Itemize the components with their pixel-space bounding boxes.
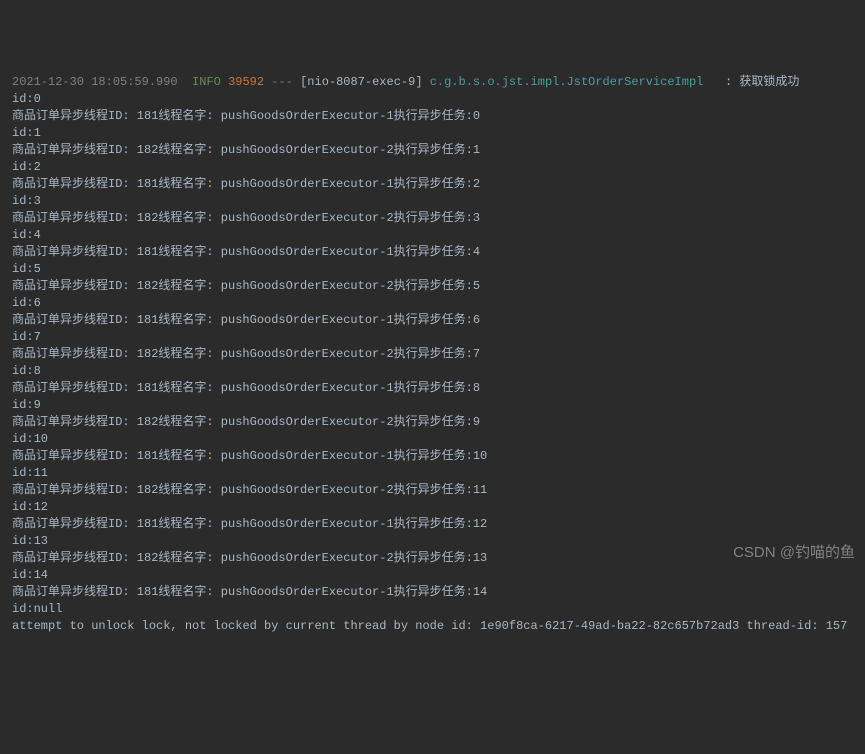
log-line: id:2 — [12, 159, 853, 176]
log-line: id:10 — [12, 431, 853, 448]
log-line: 商品订单异步线程ID: 182线程名字: pushGoodsOrderExecu… — [12, 210, 853, 227]
log-line: 商品订单异步线程ID: 181线程名字: pushGoodsOrderExecu… — [12, 584, 853, 601]
log-line: 商品订单异步线程ID: 181线程名字: pushGoodsOrderExecu… — [12, 108, 853, 125]
log-line: 商品订单异步线程ID: 182线程名字: pushGoodsOrderExecu… — [12, 482, 853, 499]
log-classname: c.g.b.s.o.jst.impl.JstOrderServiceImpl — [430, 75, 704, 89]
log-line: 商品订单异步线程ID: 181线程名字: pushGoodsOrderExecu… — [12, 312, 853, 329]
log-message: 获取锁成功 — [739, 75, 799, 89]
log-line: id:4 — [12, 227, 853, 244]
log-header-line: 2021-12-30 18:05:59.990 INFO 39592 --- [… — [12, 75, 799, 89]
log-line: id:1 — [12, 125, 853, 142]
log-line: 商品订单异步线程ID: 181线程名字: pushGoodsOrderExecu… — [12, 244, 853, 261]
log-line: 商品订单异步线程ID: 181线程名字: pushGoodsOrderExecu… — [12, 176, 853, 193]
log-line: id:null — [12, 601, 853, 618]
log-line: 商品订单异步线程ID: 182线程名字: pushGoodsOrderExecu… — [12, 414, 853, 431]
log-line: id:0 — [12, 91, 853, 108]
log-line: 商品订单异步线程ID: 181线程名字: pushGoodsOrderExecu… — [12, 448, 853, 465]
log-line: 商品订单异步线程ID: 181线程名字: pushGoodsOrderExecu… — [12, 380, 853, 397]
log-line: id:8 — [12, 363, 853, 380]
log-line: id:13 — [12, 533, 853, 550]
log-line: 商品订单异步线程ID: 182线程名字: pushGoodsOrderExecu… — [12, 550, 853, 567]
log-line: 商品订单异步线程ID: 182线程名字: pushGoodsOrderExecu… — [12, 346, 853, 363]
log-timestamp: 2021-12-30 18:05:59.990 — [12, 75, 178, 89]
log-line: id:9 — [12, 397, 853, 414]
log-level: INFO — [192, 75, 221, 89]
log-line: 商品订单异步线程ID: 182线程名字: pushGoodsOrderExecu… — [12, 142, 853, 159]
log-pid: 39592 — [228, 75, 264, 89]
console-output: 2021-12-30 18:05:59.990 INFO 39592 --- [… — [12, 74, 853, 635]
log-line: id:14 — [12, 567, 853, 584]
log-separator: --- — [271, 75, 293, 89]
log-line: id:12 — [12, 499, 853, 516]
log-line: 商品订单异步线程ID: 181线程名字: pushGoodsOrderExecu… — [12, 516, 853, 533]
log-thread: [nio-8087-exec-9] — [300, 75, 422, 89]
log-line: id:11 — [12, 465, 853, 482]
log-line: attempt to unlock lock, not locked by cu… — [12, 618, 853, 635]
log-line: id:6 — [12, 295, 853, 312]
log-line: id:5 — [12, 261, 853, 278]
log-line: id:3 — [12, 193, 853, 210]
log-line: 商品订单异步线程ID: 182线程名字: pushGoodsOrderExecu… — [12, 278, 853, 295]
log-line: id:7 — [12, 329, 853, 346]
log-colon: : — [725, 75, 732, 89]
